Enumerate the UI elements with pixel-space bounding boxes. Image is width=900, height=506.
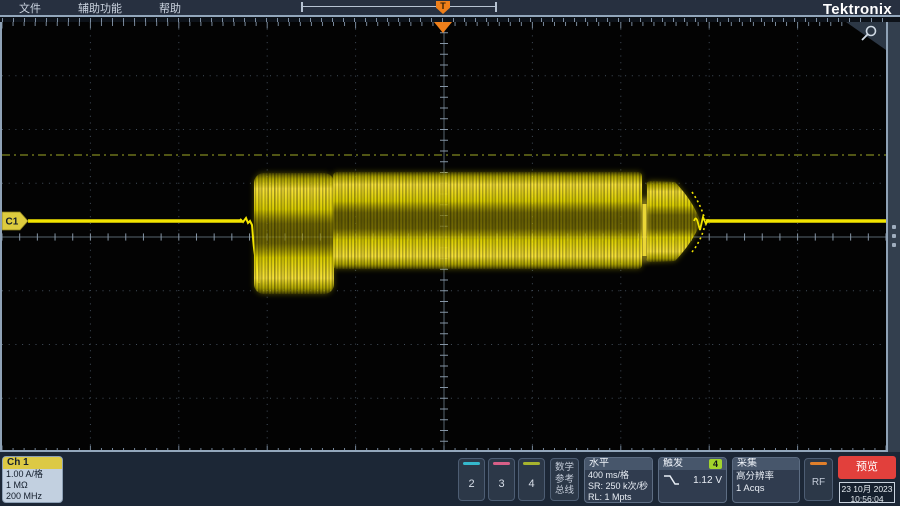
- ch2-label: 2: [459, 478, 484, 490]
- record-length: RL: 1 Mpts: [585, 492, 652, 503]
- drawer-handle[interactable]: [892, 225, 896, 229]
- rf-button[interactable]: RF: [804, 458, 833, 501]
- c1-channel-marker[interactable]: C1: [2, 212, 28, 230]
- rf-color-stripe: [810, 462, 827, 465]
- acq-count: 1 Acqs: [733, 482, 799, 494]
- math-ref-bus-button[interactable]: 数学 参考 总线: [550, 458, 579, 501]
- menu-file[interactable]: 文件: [19, 0, 41, 16]
- ch2-color-stripe: [463, 462, 480, 465]
- waveform-display[interactable]: C1: [0, 22, 888, 452]
- record-view-ruler: [301, 2, 497, 12]
- ch4-button[interactable]: 4: [518, 458, 545, 501]
- ch3-color-stripe: [493, 462, 510, 465]
- ch1-waveform: [28, 172, 886, 294]
- horizontal-title: 水平: [585, 458, 652, 470]
- falling-edge-icon: [663, 474, 680, 486]
- drawer-handle[interactable]: [892, 234, 896, 238]
- ch1-impedance: 1 MΩ: [3, 480, 62, 491]
- datetime-box: 23 10月 2023 10:56:04: [839, 482, 895, 503]
- menu-bar: 文件 辅助功能 帮助 T Tektronix: [0, 0, 900, 15]
- timebase: 400 ms/格: [585, 470, 652, 481]
- acquisition-badge[interactable]: 采集 高分辨率 1 Acqs: [732, 457, 800, 503]
- acquisition-title: 采集: [733, 458, 799, 470]
- settings-bar: Ch 1 1.00 A/格 1 MΩ 200 MHz 2 3 4 数学 参考 总…: [0, 452, 900, 506]
- menu-utility[interactable]: 辅助功能: [78, 0, 122, 16]
- time-text: 10:56:04: [840, 494, 894, 504]
- date-text: 23 10月 2023: [840, 484, 894, 494]
- zoom-icon[interactable]: [846, 22, 886, 50]
- trigger-level: 1.12 V: [693, 475, 722, 486]
- waveform-svg[interactable]: C1: [2, 22, 886, 452]
- menu-help[interactable]: 帮助: [159, 0, 181, 16]
- drawer-handle[interactable]: [892, 243, 896, 247]
- trigger-position-flag[interactable]: T: [436, 1, 450, 14]
- horizontal-badge[interactable]: 水平 400 ms/格 SR: 250 k次/秒 RL: 1 Mpts: [584, 457, 653, 503]
- svg-text:C1: C1: [6, 217, 19, 228]
- rf-label: RF: [805, 477, 832, 488]
- ch1-badge[interactable]: Ch 1 1.00 A/格 1 MΩ 200 MHz: [2, 456, 63, 503]
- bus-label: 总线: [551, 485, 578, 497]
- ch1-scale: 1.00 A/格: [3, 469, 62, 480]
- ch3-label: 3: [489, 478, 514, 490]
- right-drawer-strip: [888, 22, 900, 452]
- trigger-badge[interactable]: 触发 4 1.12 V: [658, 457, 727, 503]
- ch1-badge-title: Ch 1: [3, 457, 62, 469]
- ch1-bandwidth: 200 MHz: [3, 491, 62, 502]
- trigger-source-badge: 4: [709, 459, 722, 469]
- ch2-button[interactable]: 2: [458, 458, 485, 501]
- trigger-title: 触发: [663, 458, 683, 470]
- acq-mode: 高分辨率: [733, 470, 799, 482]
- ch4-label: 4: [519, 478, 544, 490]
- sample-rate: SR: 250 k次/秒: [585, 481, 652, 492]
- trigger-position-marker[interactable]: [434, 22, 452, 33]
- ch3-button[interactable]: 3: [488, 458, 515, 501]
- ch4-color-stripe: [523, 462, 540, 465]
- time-ruler: [0, 15, 900, 22]
- oscilloscope-screen: 文件 辅助功能 帮助 T Tektronix C1 Ch 1 1.00 A/格 …: [0, 0, 900, 506]
- math-label: 数学: [551, 462, 578, 474]
- preview-button[interactable]: 预览: [838, 456, 896, 479]
- ref-label: 参考: [551, 474, 578, 486]
